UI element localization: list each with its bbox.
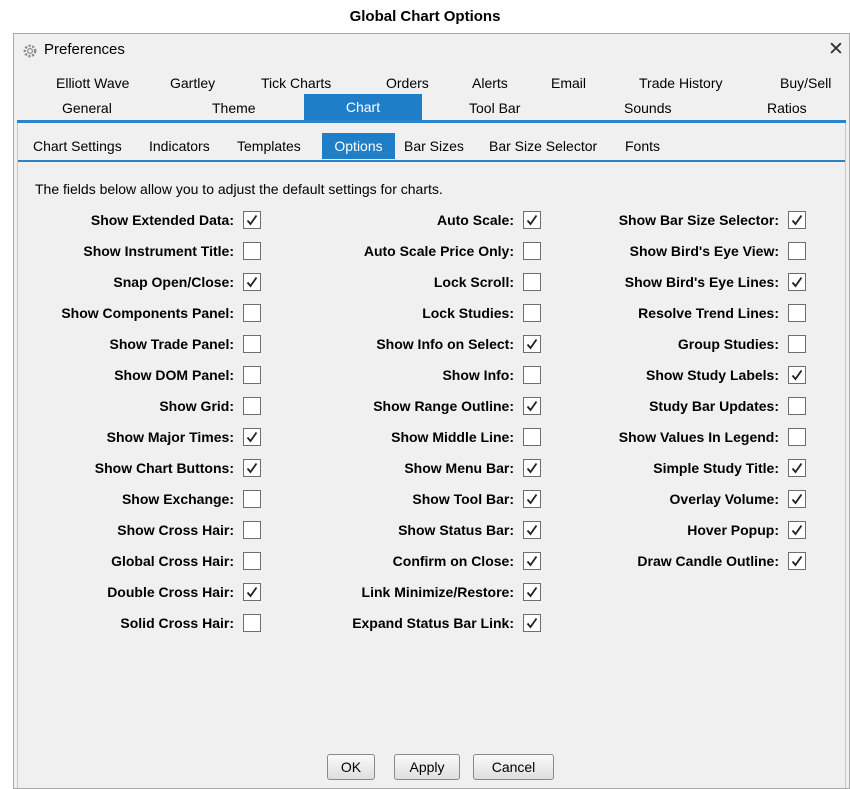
checkmark-icon (791, 369, 803, 381)
option-label: Hover Popup: (687, 522, 779, 538)
subtab-templates[interactable]: Templates (237, 133, 301, 159)
tab-row-2: General Theme Chart Tool Bar Sounds Rati… (14, 94, 849, 121)
checkmark-icon (526, 617, 538, 629)
checkmark-icon (526, 586, 538, 598)
subtab-bar-size-selector[interactable]: Bar Size Selector (489, 133, 597, 159)
option-checkbox[interactable] (788, 335, 806, 353)
option-label: Show Bird's Eye View: (629, 243, 779, 259)
option-row: Draw Candle Outline: (18, 552, 806, 572)
tab-general[interactable]: General (62, 100, 112, 116)
checkmark-icon (791, 555, 803, 567)
checkmark-icon (791, 493, 803, 505)
title-bar: Preferences ✕ (14, 34, 849, 68)
option-row: Resolve Trend Lines: (18, 304, 806, 324)
tab-buy-sell[interactable]: Buy/Sell (780, 75, 831, 91)
option-label: Show Bird's Eye Lines: (624, 274, 779, 290)
option-label: Show Study Labels: (645, 367, 779, 383)
option-label: Link Minimize/Restore: (361, 584, 514, 600)
checkmark-icon (791, 462, 803, 474)
option-checkbox[interactable] (788, 304, 806, 322)
tab-elliott-wave[interactable]: Elliott Wave (56, 75, 129, 91)
option-checkbox[interactable] (788, 428, 806, 446)
option-row: Show Bar Size Selector: (18, 211, 806, 231)
subtab-divider (18, 160, 845, 162)
tab-email[interactable]: Email (551, 75, 586, 91)
option-label: Simple Study Title: (653, 460, 779, 476)
tab-sounds[interactable]: Sounds (624, 100, 671, 116)
option-row: Overlay Volume: (18, 490, 806, 510)
document-title: Global Chart Options (349, 8, 501, 25)
tab-trade-history[interactable]: Trade History (639, 75, 723, 91)
tab-ratios[interactable]: Ratios (767, 100, 807, 116)
option-checkbox[interactable] (523, 614, 541, 632)
subtab-options[interactable]: Options (322, 133, 395, 159)
tab-tool-bar[interactable]: Tool Bar (469, 100, 520, 116)
option-label: Show Bar Size Selector: (618, 212, 779, 228)
option-checkbox[interactable] (788, 397, 806, 415)
close-button[interactable]: ✕ (825, 38, 847, 62)
option-label: Show Values In Legend: (618, 429, 779, 445)
gear-icon (22, 43, 38, 59)
tab-tick-charts[interactable]: Tick Charts (261, 75, 331, 91)
option-checkbox[interactable] (788, 366, 806, 384)
checkmark-icon (791, 214, 803, 226)
apply-button[interactable]: Apply (394, 754, 460, 780)
chart-panel: Chart Settings Indicators Templates Opti… (17, 123, 846, 788)
intro-text: The fields below allow you to adjust the… (35, 181, 443, 197)
tab-alerts[interactable]: Alerts (472, 75, 508, 91)
tab-theme[interactable]: Theme (212, 100, 256, 116)
subtab-bar-sizes[interactable]: Bar Sizes (404, 133, 464, 159)
dialog-buttons: OK Apply Cancel (18, 754, 845, 782)
option-checkbox[interactable] (788, 211, 806, 229)
option-label: Overlay Volume: (669, 491, 779, 507)
subtab-fonts[interactable]: Fonts (625, 133, 660, 159)
ok-button[interactable]: OK (327, 754, 375, 780)
option-checkbox[interactable] (788, 459, 806, 477)
tab-gartley[interactable]: Gartley (170, 75, 215, 91)
option-label: Group Studies: (677, 336, 779, 352)
checkmark-icon (791, 524, 803, 536)
option-checkbox[interactable] (523, 583, 541, 601)
cancel-button[interactable]: Cancel (473, 754, 554, 780)
option-label: Study Bar Updates: (649, 398, 779, 414)
subtab-indicators[interactable]: Indicators (149, 133, 210, 159)
option-row: Link Minimize/Restore: (18, 583, 541, 603)
option-row: Group Studies: (18, 335, 806, 355)
subtab-bar: Chart Settings Indicators Templates Opti… (18, 133, 845, 159)
tab-chart[interactable]: Chart (304, 94, 422, 121)
option-row: Study Bar Updates: (18, 397, 806, 417)
preferences-window: Preferences ✕ Elliott Wave Gartley Tick … (13, 33, 850, 789)
option-label: Expand Status Bar Link: (352, 615, 514, 631)
option-row: Simple Study Title: (18, 459, 806, 479)
subtab-chart-settings[interactable]: Chart Settings (33, 133, 122, 159)
option-label: Draw Candle Outline: (637, 553, 779, 569)
option-row: Expand Status Bar Link: (18, 614, 541, 634)
option-checkbox[interactable] (788, 552, 806, 570)
option-checkbox[interactable] (788, 490, 806, 508)
option-row: Show Bird's Eye Lines: (18, 273, 806, 293)
window-title: Preferences (44, 41, 125, 58)
option-checkbox[interactable] (788, 242, 806, 260)
option-row: Hover Popup: (18, 521, 806, 541)
checkmark-icon (791, 276, 803, 288)
option-label: Resolve Trend Lines: (638, 305, 779, 321)
option-row: Show Bird's Eye View: (18, 242, 806, 262)
tab-orders[interactable]: Orders (386, 75, 429, 91)
option-row: Show Study Labels: (18, 366, 806, 386)
option-row: Show Values In Legend: (18, 428, 806, 448)
option-checkbox[interactable] (788, 273, 806, 291)
option-checkbox[interactable] (788, 521, 806, 539)
